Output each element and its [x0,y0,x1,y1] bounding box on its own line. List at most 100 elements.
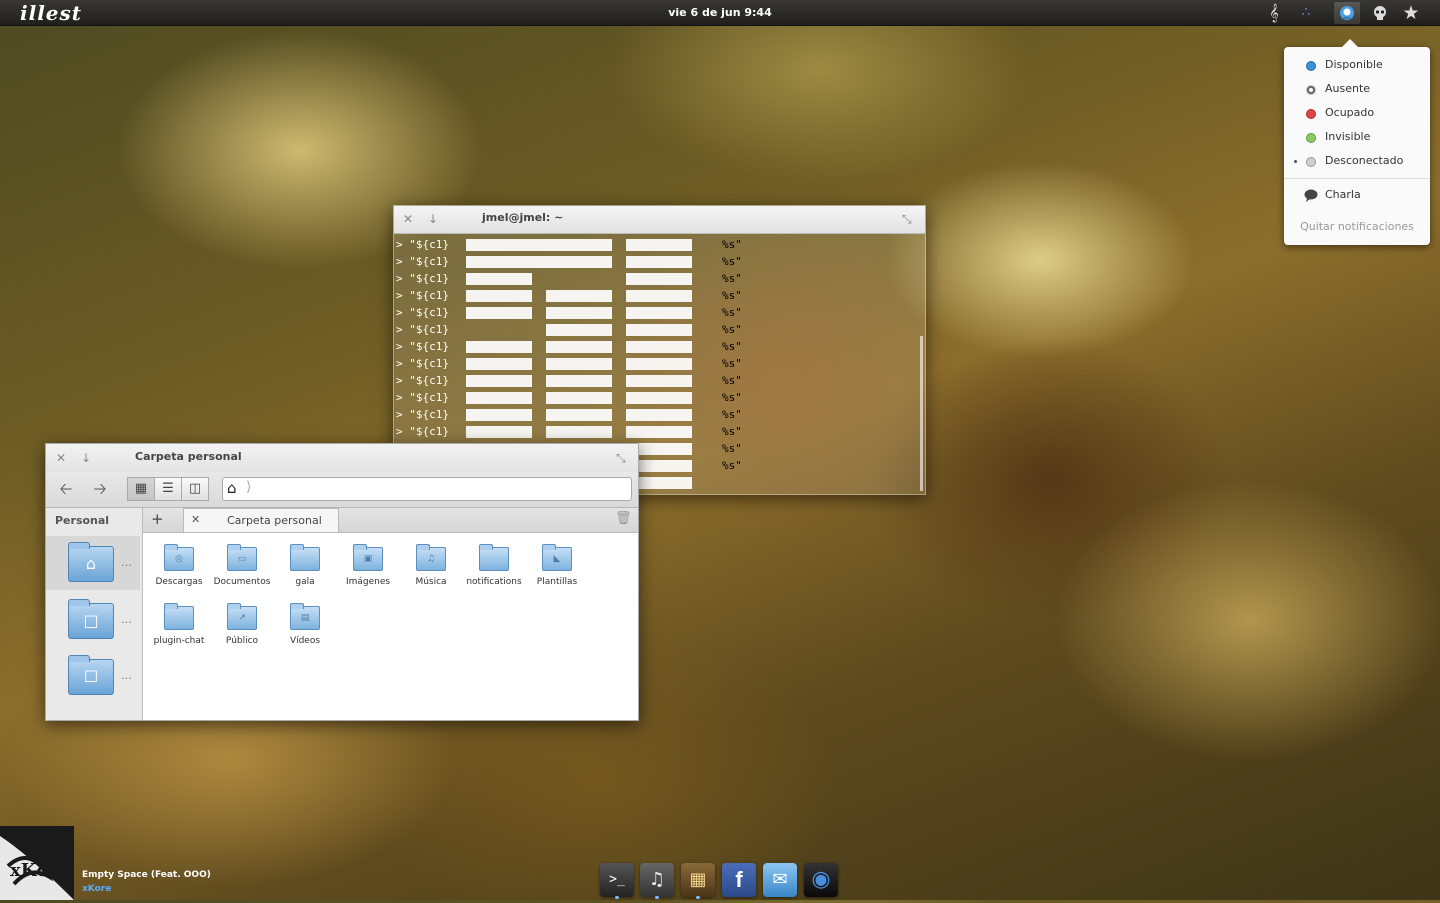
menu-separator [1284,178,1430,179]
terminal-line: > "${c1} [396,406,449,423]
share-icon: ↗ [227,603,257,630]
current-status-bullet [1294,160,1297,163]
music-icon[interactable]: 𝄞 [1261,2,1287,24]
block-char [546,341,612,353]
file-item[interactable]: ↗ Público [211,602,273,656]
block-char [466,256,612,268]
terminal-line: > "${c1} [396,372,449,389]
file-item[interactable]: notifications [463,543,525,597]
svg-text:xKc: xKc [10,860,47,881]
camera-icon[interactable]: ◉ [804,863,838,897]
toolbar: 🡠 🡢 ▦ ☰ ◫ ⌂ ⟩ [46,472,638,508]
block-char [466,409,532,421]
running-indicator [655,896,659,899]
prompt-symbol: > [396,272,410,285]
away-dot-icon [1306,85,1316,95]
trash-icon[interactable]: 🗑 [615,511,632,526]
prompt-symbol: > [396,391,410,404]
list-view-button[interactable]: ☰ [154,477,182,501]
sidebar: Personal ⌂ … □ … ☐ … [46,508,143,720]
block-char [626,290,692,302]
file-item[interactable]: ◣ Plantillas [526,543,588,597]
terminal-var-text: "${c1} [409,408,449,421]
file-manager-titlebar[interactable]: ✕ ↓ Carpeta personal ⤡ [46,444,638,472]
clear-notifications-item[interactable]: Quitar notificaciones [1284,216,1430,238]
clock[interactable]: vie 6 de jun 9:44 [0,6,1440,19]
terminal-format-text: %s" [722,425,742,438]
column-view-button[interactable]: ◫ [181,477,209,501]
status-busy-item[interactable]: Ocupado [1284,102,1430,124]
terminal-line: > "${c1} [396,389,449,406]
file-item[interactable]: ♫ Música [400,543,462,597]
file-item[interactable]: ▣ Imágenes [337,543,399,597]
minimize-icon[interactable]: ↓ [81,451,91,465]
location-bar[interactable]: ⌂ ⟩ [222,477,632,501]
status-offline-item[interactable]: Desconectado [1284,150,1430,172]
sidebar-item-documents[interactable]: □ … [46,593,140,647]
close-icon[interactable]: ✕ [403,212,413,226]
network-icon[interactable]: ∴ [1293,2,1319,24]
maximize-icon[interactable]: ⤡ [616,451,626,466]
status-invisible-item[interactable]: Invisible [1284,126,1430,148]
more-icon[interactable]: … [121,669,132,682]
more-icon[interactable]: … [121,556,132,569]
breadcrumb-separator-icon: ⟩ [246,479,252,495]
terminal-scrollbar[interactable] [920,336,923,491]
status-available-item[interactable]: Disponible [1284,54,1430,76]
calendar-icon[interactable]: ▦ [681,863,715,897]
document-folder-icon: □ [68,599,114,639]
chat-status-icon[interactable] [1334,2,1360,24]
icon-view-button[interactable]: ▦ [127,477,155,501]
terminal-format-text: %s" [722,289,742,302]
new-tab-button[interactable]: + [151,510,164,528]
back-arrow-icon[interactable]: 🡠 [53,477,79,501]
terminal-var-text: "${c1} [409,289,449,302]
file-item[interactable]: gala [274,543,336,597]
file-item[interactable]: ▤ Vídeos [274,602,336,656]
sidebar-item-trash[interactable]: ☐ … [46,649,140,703]
file-item[interactable]: ▭ Documentos [211,543,273,597]
trash-folder-icon: ☐ [68,655,114,695]
terminal-titlebar[interactable]: ✕ ↓ jmel@jmel: ~ ⤡ [394,206,925,234]
home-folder-icon: ⌂ [68,542,114,582]
block-char [546,409,612,421]
block-char [626,307,692,319]
block-char [626,256,692,268]
maximize-icon[interactable]: ⤡ [902,212,912,227]
status-away-item[interactable]: Ausente [1284,78,1430,100]
file-item[interactable]: plugin-chat [148,602,210,656]
terminal-format-text: %s" [722,391,742,404]
skull-icon[interactable] [1367,2,1393,24]
facebook-icon[interactable]: f [722,863,756,897]
mail-icon[interactable]: ✉ [763,863,797,897]
busy-dot-icon [1306,109,1316,119]
home-icon[interactable]: ⌂ [227,479,237,497]
album-art[interactable]: xKc [0,826,74,900]
more-icon[interactable]: … [121,613,132,626]
terminal-line: > "${c1} [396,355,449,372]
block-char [626,341,692,353]
forward-arrow-icon[interactable]: 🡢 [87,477,113,501]
chat-item[interactable]: Charla [1284,184,1430,206]
terminal-line: > "${c1} [396,338,449,355]
now-playing-title: Empty Space (Feat. OOO) [82,870,211,880]
close-tab-icon[interactable]: ✕ [191,513,200,526]
block-char [546,358,612,370]
sidebar-item-home[interactable]: ⌂ … [46,536,140,590]
block-char [626,324,692,336]
terminal-format-text: %s" [722,238,742,251]
terminal-icon[interactable]: >_ [600,863,634,897]
block-char [546,307,612,319]
music-player-icon[interactable]: ♫ [640,863,674,897]
close-icon[interactable]: ✕ [56,451,66,465]
block-char [626,273,692,285]
template-icon: ◣ [542,544,572,571]
block-char [626,358,692,370]
tab-home[interactable]: ✕ Carpeta personal [183,508,339,532]
top-panel: illest vie 6 de jun 9:44 𝄞 ∴ ★ [0,0,1440,26]
prompt-symbol: > [396,340,410,353]
minimize-icon[interactable]: ↓ [428,212,438,226]
block-char [626,409,692,421]
file-item[interactable]: ◎ Descargas [148,543,210,597]
star-icon[interactable]: ★ [1398,2,1424,24]
